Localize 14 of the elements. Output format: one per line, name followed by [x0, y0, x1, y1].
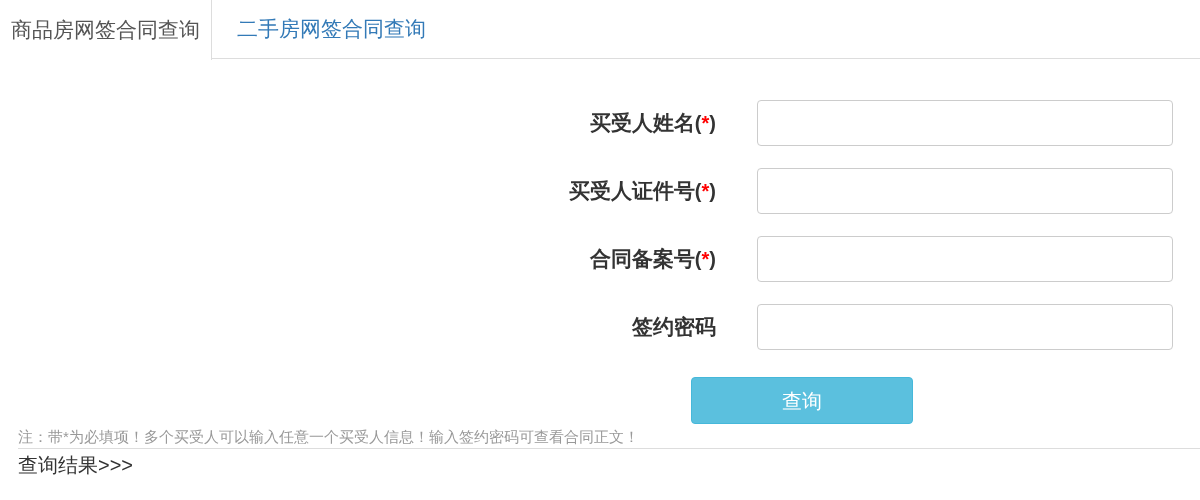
input-field[interactable]: [757, 168, 1173, 214]
input-field[interactable]: [757, 100, 1173, 146]
note-text: 注：带*为必填项！多个买受人可以输入任意一个买受人信息！输入签约密码可查看合同正文！: [18, 428, 639, 446]
field-label: 合同备案号: [589, 246, 695, 273]
result-heading: 查询结果>>>: [18, 454, 134, 476]
tab[interactable]: 商品房网签合同查询: [0, 0, 212, 60]
field-label: 买受人证件号: [568, 178, 695, 205]
required-mark: (*): [694, 111, 716, 136]
input-field[interactable]: [757, 304, 1173, 350]
input-field[interactable]: [757, 236, 1173, 282]
field-label: 签约密码: [632, 314, 716, 341]
required-mark: (*): [694, 179, 716, 204]
required-mark: (*): [694, 247, 716, 272]
field-label: 买受人姓名: [589, 110, 695, 137]
